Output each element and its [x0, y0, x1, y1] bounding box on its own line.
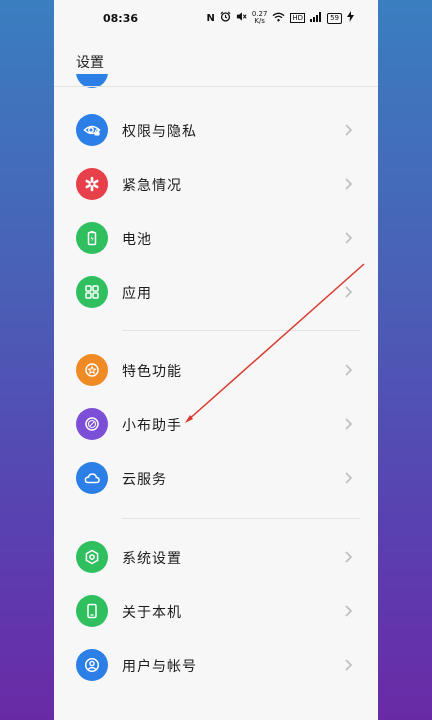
chevron-right-icon	[345, 659, 353, 671]
chevron-right-icon	[345, 364, 353, 376]
chevron-right-icon	[345, 418, 353, 430]
cloud-icon	[76, 462, 108, 494]
settings-item-label: 应用	[122, 286, 152, 302]
battery-indicator: 59	[327, 12, 342, 24]
eye-lock-icon	[76, 114, 108, 146]
settings-item-about-phone[interactable]: 关于本机	[54, 584, 378, 638]
settings-item-label: 权限与隐私	[122, 124, 197, 140]
settings-item-battery[interactable]: 电池	[54, 211, 378, 265]
phone-icon	[76, 595, 108, 627]
chevron-right-icon	[345, 605, 353, 617]
chevron-right-icon	[345, 124, 353, 136]
asterisk-icon	[76, 168, 108, 200]
settings-item-privacy[interactable]: 权限与隐私	[54, 103, 378, 157]
hd-icon: HD	[290, 13, 306, 23]
settings-item-cloud[interactable]: 云服务	[54, 451, 378, 505]
chevron-right-icon	[345, 178, 353, 190]
phone-screen: 08:36 N 0.27 K/s HD 59 设置 权限与隐私 紧急情况 电池 …	[54, 0, 378, 720]
settings-item-label: 云服务	[122, 472, 167, 488]
mute-icon	[236, 11, 247, 25]
user-icon	[76, 649, 108, 681]
settings-item-apps[interactable]: 应用	[54, 265, 378, 319]
signal-icon	[310, 11, 322, 25]
settings-item-accounts[interactable]: 用户与帐号	[54, 638, 378, 692]
page-title: 设置	[76, 55, 104, 71]
star-icon	[76, 354, 108, 386]
section-divider	[122, 330, 360, 331]
settings-item-label: 小布助手	[122, 418, 182, 434]
section-divider	[122, 518, 360, 519]
charging-icon	[347, 11, 354, 25]
settings-item-label: 特色功能	[122, 364, 182, 380]
assistant-icon	[76, 408, 108, 440]
network-speed-unit: K/s	[254, 17, 265, 25]
settings-item-features[interactable]: 特色功能	[54, 343, 378, 397]
hexagon-gear-icon	[76, 541, 108, 573]
chevron-right-icon	[345, 232, 353, 244]
alarm-icon	[220, 11, 231, 25]
chevron-right-icon	[345, 286, 353, 298]
chevron-right-icon	[345, 472, 353, 484]
settings-item-system[interactable]: 系统设置	[54, 530, 378, 584]
settings-item-assistant[interactable]: 小布助手	[54, 397, 378, 451]
status-bar: 08:36 N 0.27 K/s HD 59	[54, 8, 378, 30]
settings-item-emergency[interactable]: 紧急情况	[54, 157, 378, 211]
grid-icon	[76, 276, 108, 308]
settings-item-label: 关于本机	[122, 605, 182, 621]
battery-icon	[76, 222, 108, 254]
network-speed: 0.27 K/s	[252, 11, 268, 25]
status-icons: N 0.27 K/s HD 59	[206, 11, 354, 25]
settings-item-label: 电池	[122, 232, 152, 248]
wifi-icon	[272, 12, 285, 25]
header-divider	[54, 86, 378, 87]
nfc-icon: N	[206, 12, 215, 24]
settings-item-label: 系统设置	[122, 551, 182, 567]
settings-item-label: 用户与帐号	[122, 659, 197, 675]
settings-item-label: 紧急情况	[122, 178, 182, 194]
status-time: 08:36	[103, 12, 139, 25]
chevron-right-icon	[345, 551, 353, 563]
